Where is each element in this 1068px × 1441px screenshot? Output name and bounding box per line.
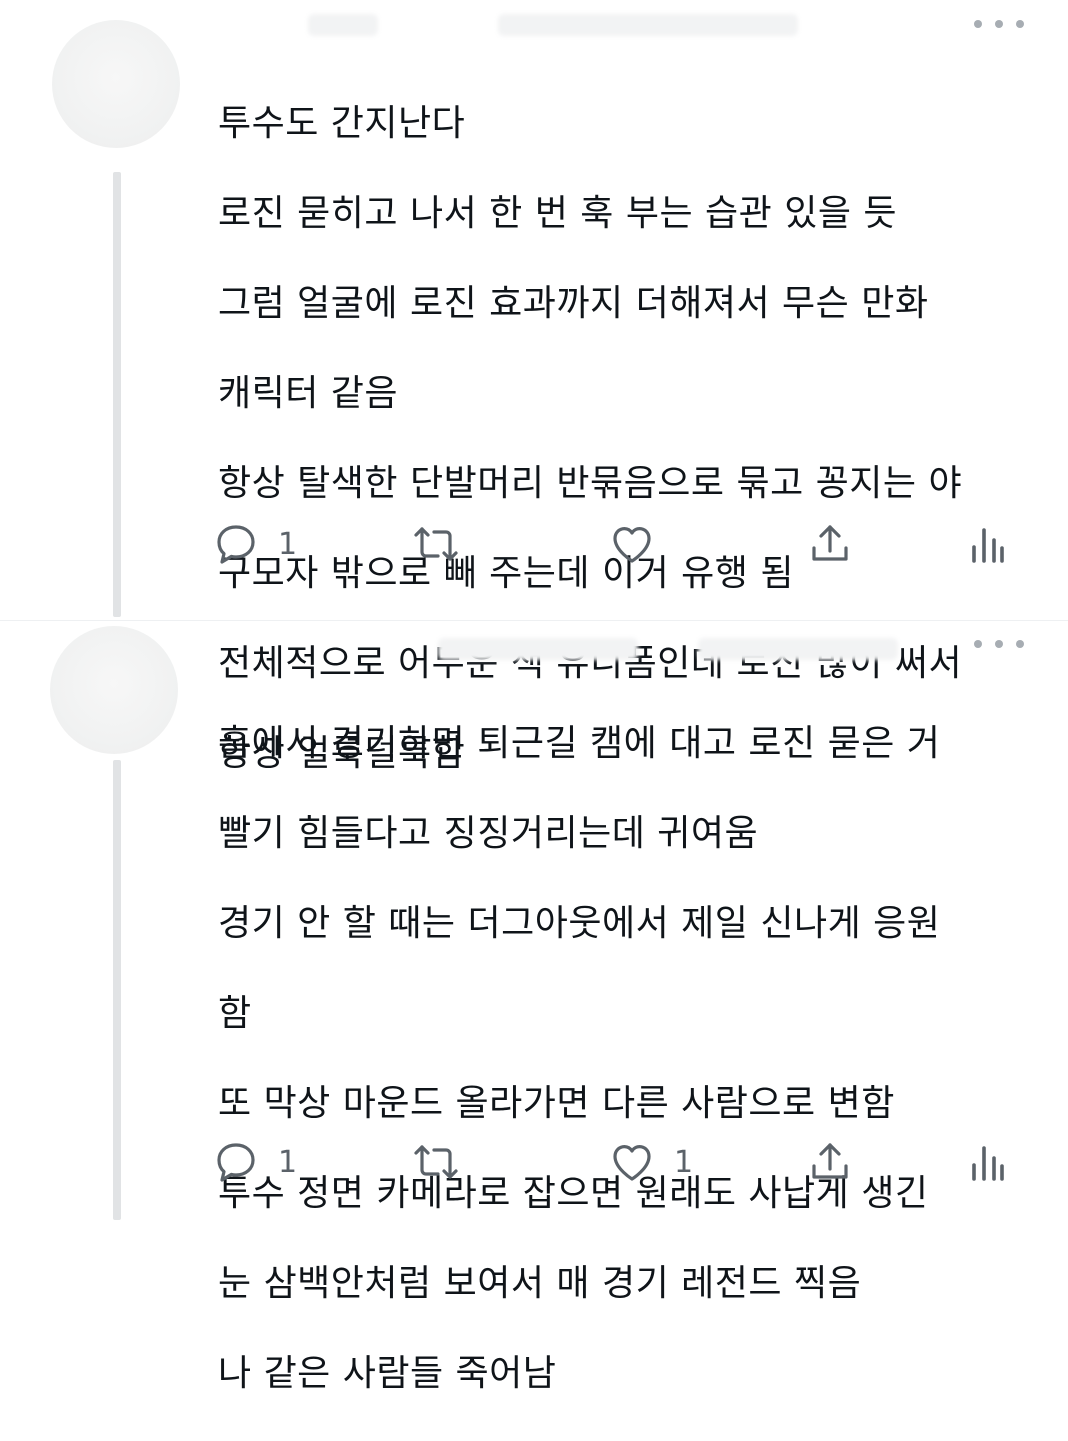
tweet-line: 캐릭터 같음 [218, 373, 399, 414]
heart-icon [613, 1145, 651, 1181]
tweet-line: 투수도 간지난다 [218, 103, 466, 144]
reply-count: 1 [278, 526, 298, 562]
blurred-user-name [308, 14, 378, 36]
retweet-button[interactable] [412, 514, 478, 574]
share-icon [812, 525, 848, 561]
reply-button[interactable]: 1 [212, 514, 297, 574]
blurred-user-handle [498, 14, 798, 36]
more-icon[interactable] [974, 14, 1024, 34]
like-button[interactable]: 1 [608, 1132, 693, 1192]
tweet-header [218, 626, 978, 676]
avatar[interactable] [52, 20, 180, 148]
retweet-button[interactable] [412, 1132, 478, 1192]
thread-line [113, 760, 121, 1220]
avatar[interactable] [50, 626, 178, 754]
tweet-line: 그럼 얼굴에 로진 효과까지 더해져서 무슨 만화 [218, 283, 929, 324]
tweet-actions: 1 1 [212, 1132, 1012, 1192]
tweet-line: 경기 안 할 때는 더그아웃에서 제일 신나게 응원 [218, 903, 941, 944]
tweet-header [218, 2, 978, 52]
tweet-line: 나 같은 사람들 죽어남 [218, 1353, 557, 1394]
share-button[interactable] [806, 1132, 854, 1192]
retweet-icon [414, 527, 458, 561]
tweet[interactable]: 홈에서 경기하면 퇴근길 캠에 대고 로진 묻은 거 빨기 힘들다고 징징거리는… [0, 620, 1068, 1394]
reply-icon [217, 1143, 255, 1182]
tweet-line: 빨기 힘들다고 징징거리는데 귀여움 [218, 813, 759, 854]
reply-button[interactable]: 1 [212, 1132, 297, 1192]
share-button[interactable] [806, 514, 854, 574]
reply-icon [217, 525, 255, 564]
more-icon[interactable] [974, 634, 1024, 654]
blurred-user-handle [698, 638, 898, 660]
tweet-text: 홈에서 경기하면 퇴근길 캠에 대고 로진 묻은 거 빨기 힘들다고 징징거리는… [218, 676, 1028, 1441]
like-count: 1 [674, 1144, 694, 1180]
blurred-user-name [438, 638, 638, 660]
like-button[interactable] [608, 514, 674, 574]
tweet-line: 홈에서 경기하면 퇴근길 캠에 대고 로진 묻은 거 [218, 723, 941, 764]
retweet-icon [414, 1145, 458, 1179]
thread-line [113, 172, 121, 617]
tweet-line: 눈 삼백안처럼 보여서 매 경기 레전드 찍음 [218, 1263, 862, 1304]
tweet-line: 함 [218, 993, 252, 1034]
tweet[interactable]: 투수도 간지난다 로진 묻히고 나서 한 번 훅 부는 습관 있을 듯 그럼 얼… [0, 0, 1068, 774]
tweet-line: 로진 묻히고 나서 한 번 훅 부는 습관 있을 듯 [218, 193, 898, 234]
tweet-line: 항상 탈색한 단발머리 반묶음으로 묶고 꽁지는 야 [218, 463, 963, 504]
share-icon [812, 1143, 848, 1179]
heart-icon [613, 527, 651, 563]
analytics-button[interactable] [962, 1132, 1010, 1192]
tweet-line: 또 막상 마운드 올라가면 다른 사람으로 변함 [218, 1083, 895, 1124]
analytics-icon [972, 1146, 1004, 1181]
tweet-actions: 1 [212, 514, 1012, 574]
analytics-icon [972, 528, 1004, 563]
reply-count: 1 [278, 1144, 298, 1180]
analytics-button[interactable] [962, 514, 1010, 574]
